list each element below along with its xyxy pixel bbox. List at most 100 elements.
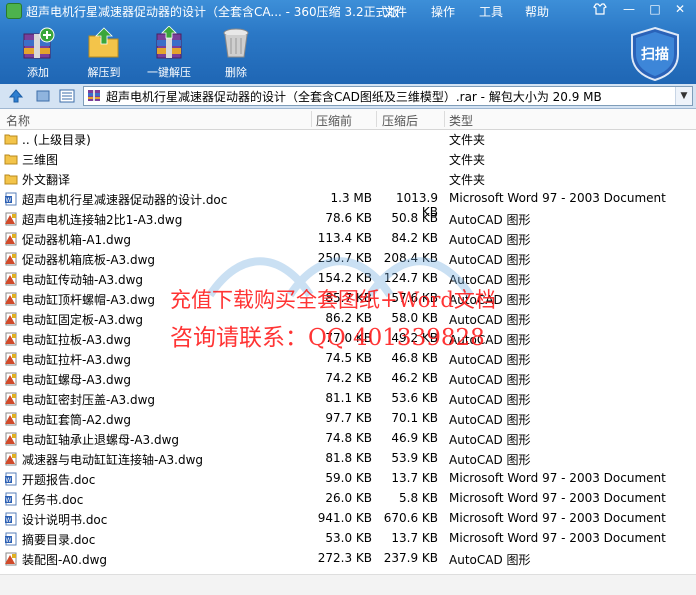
file-compressed-size: 50.8 KB <box>391 211 438 225</box>
maximize-button[interactable]: □ <box>646 2 664 18</box>
dwg-icon <box>4 452 18 466</box>
add-archive-icon <box>23 27 55 59</box>
file-row[interactable]: W 设计说明书.doc 941.0 KB 670.6 KB Microsoft Word… <box>0 509 696 529</box>
dwg-icon <box>4 212 18 226</box>
watermark-line-2: 咨询请联系：QQ 401339828 <box>170 325 485 351</box>
svg-text:W: W <box>6 498 12 504</box>
folder-row[interactable]: 三维图 文件夹 <box>0 149 696 169</box>
file-row[interactable]: W 任务书.doc 26.0 KB 5.8 KB Microsoft Word 97 -… <box>0 489 696 509</box>
dwg-icon <box>4 312 18 326</box>
skin-icon[interactable] <box>592 2 608 18</box>
file-row[interactable]: W 开题报告.doc 59.0 KB 13.7 KB Microsoft Word 97… <box>0 469 696 489</box>
up-folder-icon <box>4 132 18 146</box>
file-row[interactable]: W 摘要目录.doc 53.0 KB 13.7 KB Microsoft Word 97… <box>0 529 696 549</box>
file-name: 摘要目录.doc <box>22 533 96 547</box>
close-button[interactable]: ✕ <box>671 2 689 18</box>
one-click-extract-label: 一键解压 <box>147 66 191 79</box>
window-title: 超声电机行星减速器促动器的设计（全套含CA... - 360压缩 3.2正式版 <box>6 3 406 21</box>
file-name: 电动缸拉板-A3.dwg <box>22 333 132 347</box>
file-row[interactable]: 电动缸套筒-A2.dwg 97.7 KB 70.1 KB AutoCAD 图形 <box>0 409 696 429</box>
column-divider[interactable] <box>376 111 377 127</box>
app-logo-icon <box>6 3 22 19</box>
file-compressed-size: 53.6 KB <box>391 391 438 405</box>
doc-icon: W <box>4 512 18 526</box>
column-divider[interactable] <box>444 111 445 127</box>
file-row[interactable]: 电动缸密封压盖-A3.dwg 81.1 KB 53.6 KB AutoCAD 图形 <box>0 389 696 409</box>
file-type: AutoCAD 图形 <box>449 393 531 407</box>
file-name: 超声电机行星减速器促动器的设计.doc <box>22 193 228 207</box>
watermark-line-1: 充值下载购买全套图纸+Word文档 <box>170 288 496 312</box>
file-name: 电动缸螺母-A3.dwg <box>22 373 132 387</box>
file-name: 开题报告.doc <box>22 473 96 487</box>
svg-text:W: W <box>6 538 12 544</box>
file-compressed-size: 46.8 KB <box>391 351 438 365</box>
menu-tools[interactable]: 工具 <box>479 3 503 21</box>
one-click-extract-button[interactable]: 一键解压 <box>141 26 197 80</box>
file-compressed-size: 13.7 KB <box>391 531 438 545</box>
view-list-icon[interactable] <box>59 88 75 104</box>
delete-button[interactable]: 删除 <box>208 26 264 80</box>
address-dropdown-button[interactable]: ▼ <box>675 87 692 105</box>
folder-row[interactable]: 外文翻译 文件夹 <box>0 169 696 189</box>
file-type: Microsoft Word 97 - 2003 Document <box>449 471 666 485</box>
file-compressed-size: 46.2 KB <box>391 371 438 385</box>
doc-icon: W <box>4 532 18 546</box>
column-header: 名称 压缩前 压缩后 类型 <box>0 109 696 130</box>
file-name: 外文翻译 <box>22 173 71 187</box>
scan-button[interactable]: 扫描 <box>628 26 682 82</box>
file-name: 电动缸传动轴-A3.dwg <box>22 273 144 287</box>
menu-file[interactable]: 文件 <box>383 3 407 21</box>
column-size[interactable]: 压缩后 <box>382 112 418 129</box>
file-row[interactable]: 电动缸螺母-A3.dwg 74.2 KB 46.2 KB AutoCAD 图形 <box>0 369 696 389</box>
file-name: 促动器机箱底板-A3.dwg <box>22 253 156 267</box>
view-large-icon[interactable] <box>35 88 51 104</box>
status-bar <box>0 574 696 595</box>
file-name: 减速器与电动缸缸连接轴-A3.dwg <box>22 453 204 467</box>
menu-help[interactable]: 帮助 <box>525 3 549 21</box>
column-divider[interactable] <box>311 111 312 127</box>
file-packed-size: 53.0 KB <box>325 531 372 545</box>
file-type: AutoCAD 图形 <box>449 413 531 427</box>
file-type: 文件夹 <box>449 133 486 147</box>
file-compressed-size: 670.6 KB <box>383 511 438 525</box>
dwg-icon <box>4 252 18 266</box>
file-row[interactable]: 电动缸拉杆-A3.dwg 74.5 KB 46.8 KB AutoCAD 图形 <box>0 349 696 369</box>
file-name: 任务书.doc <box>22 493 84 507</box>
file-packed-size: 74.8 KB <box>325 431 372 445</box>
folder-icon <box>4 172 18 186</box>
archive-icon <box>88 90 100 101</box>
dwg-icon <box>4 412 18 426</box>
add-button[interactable]: 添加 <box>10 26 66 80</box>
extract-to-label: 解压到 <box>87 66 121 79</box>
file-row[interactable]: 减速器与电动缸缸连接轴-A3.dwg 81.8 KB 53.9 KB AutoCAD … <box>0 449 696 469</box>
file-type: Microsoft Word 97 - 2003 Document <box>449 191 666 205</box>
address-field[interactable]: 超声电机行星减速器促动器的设计（全套含CAD图纸及三维模型）.rar - 解包大… <box>83 86 693 106</box>
window-title-text: 超声电机行星减速器促动器的设计（全套含CA... - 360压缩 3.2正式版 <box>26 5 400 19</box>
one-click-extract-icon <box>156 26 182 59</box>
dwg-icon <box>4 392 18 406</box>
file-name: 电动缸轴承止退螺母-A3.dwg <box>22 433 180 447</box>
column-packed[interactable]: 压缩前 <box>316 112 352 129</box>
file-name: 电动缸固定板-A3.dwg <box>22 313 144 327</box>
folder-icon <box>4 152 18 166</box>
minimize-button[interactable]: — <box>620 2 638 18</box>
dwg-icon <box>4 352 18 366</box>
up-arrow-icon[interactable] <box>8 88 24 104</box>
file-compressed-size: 70.1 KB <box>391 411 438 425</box>
menu-operate[interactable]: 操作 <box>431 3 455 21</box>
column-type[interactable]: 类型 <box>449 112 473 129</box>
file-compressed-size: 5.8 KB <box>399 491 438 505</box>
file-row[interactable]: 超声电机连接轴2比1-A3.dwg 78.6 KB 50.8 KB AutoCAD 图… <box>0 209 696 229</box>
file-row[interactable]: 电动缸轴承止退螺母-A3.dwg 74.8 KB 46.9 KB AutoCAD 图形 <box>0 429 696 449</box>
file-name: 电动缸拉杆-A3.dwg <box>22 353 132 367</box>
file-row[interactable]: W 超声电机行星减速器促动器的设计.doc 1.3 MB 1013.9 KB Micro… <box>0 189 696 219</box>
file-row[interactable]: 装配图-A0.dwg 272.3 KB 237.9 KB AutoCAD 图形 <box>0 549 696 569</box>
column-name[interactable]: 名称 <box>6 112 30 129</box>
extract-to-button[interactable]: 解压到 <box>76 26 132 80</box>
doc-icon: W <box>4 492 18 506</box>
folder-row[interactable]: .. (上级目录) 文件夹 <box>0 129 696 149</box>
file-name: 电动缸密封压盖-A3.dwg <box>22 393 156 407</box>
scan-label: 扫描 <box>641 47 669 63</box>
dwg-icon <box>4 232 18 246</box>
address-path: 超声电机行星减速器促动器的设计（全套含CAD图纸及三维模型）.rar - 解包大… <box>106 90 602 104</box>
